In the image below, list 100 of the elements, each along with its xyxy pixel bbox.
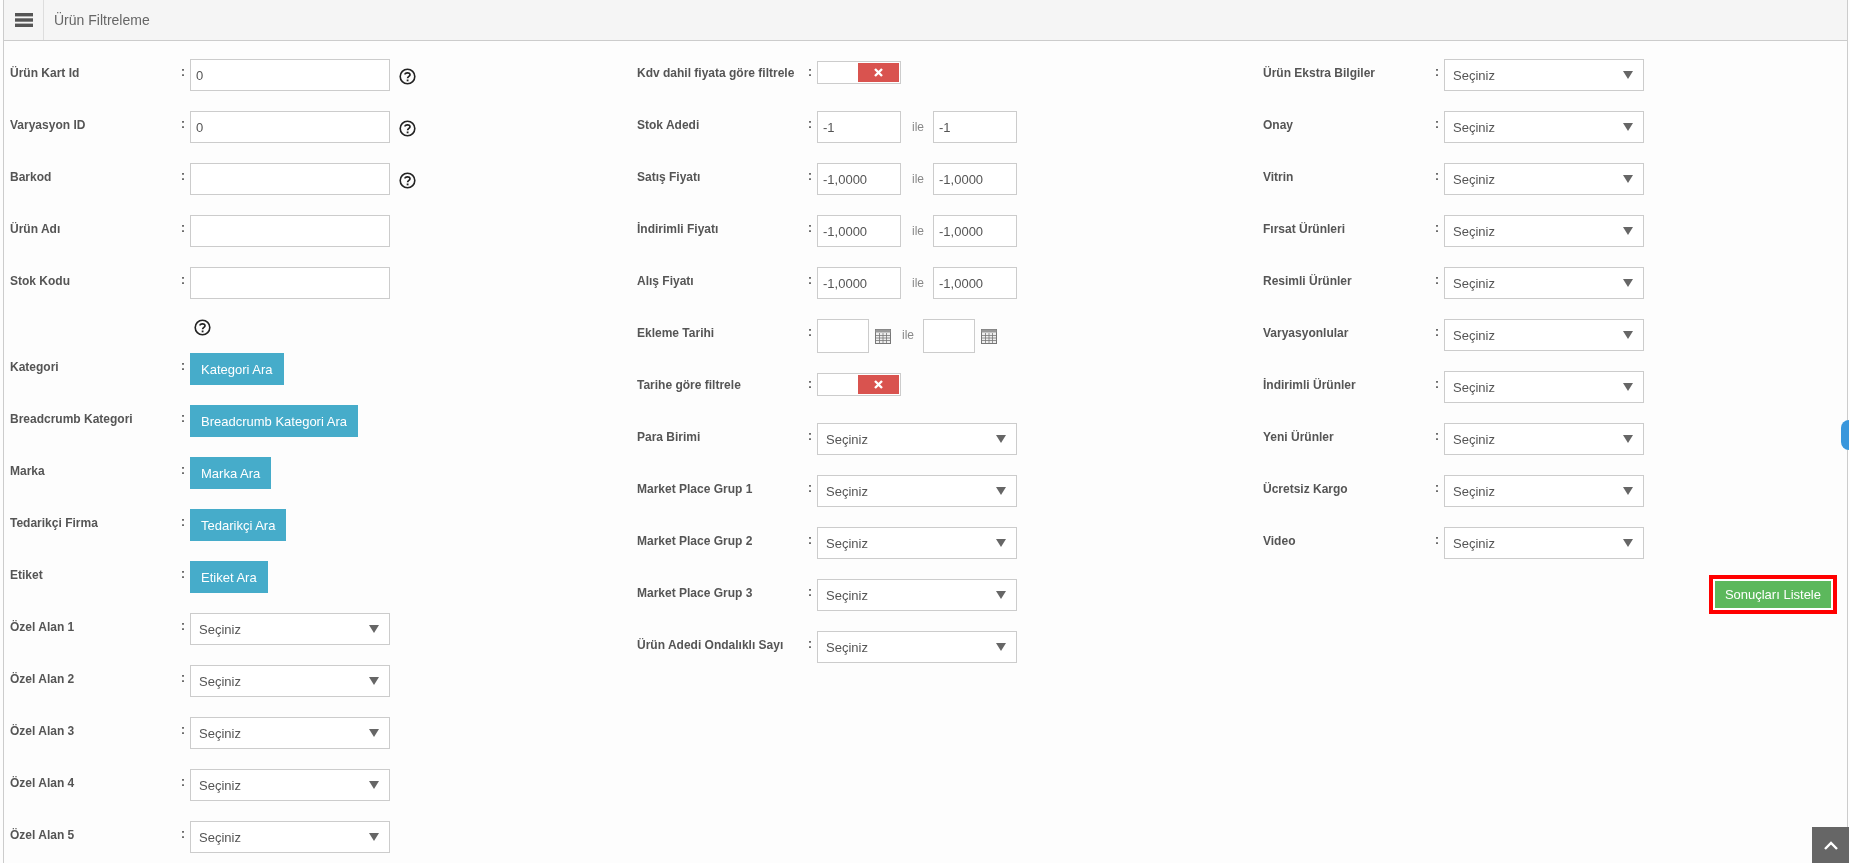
dropdown[interactable]: Seçiniz [190, 665, 390, 697]
min-input-field[interactable]: -1 [817, 111, 901, 143]
dropdown[interactable]: Seçiniz [1444, 267, 1644, 299]
max-input-field[interactable]: -1,0000 [933, 267, 1017, 299]
colon: : [808, 584, 813, 599]
caret-icon [1623, 435, 1633, 443]
max-input-field[interactable]: -1,0000 [933, 163, 1017, 195]
colon: : [808, 116, 813, 131]
colon: : [181, 116, 186, 131]
toggle-switch[interactable] [817, 61, 901, 84]
dropdown[interactable]: Seçiniz [817, 579, 1017, 611]
colon: : [181, 566, 186, 581]
colon: : [181, 410, 186, 425]
colon: : [808, 64, 813, 79]
caret-icon [1623, 279, 1633, 287]
field-label: Fırsat Ürünleri [1263, 221, 1347, 236]
caret-icon [369, 625, 379, 633]
colon: : [1435, 64, 1440, 79]
colon: : [808, 636, 813, 651]
end-date-field[interactable] [923, 319, 975, 353]
colon: : [1435, 532, 1440, 547]
field-label: Market Place Grup 2 [637, 533, 754, 548]
dropdown[interactable]: Seçiniz [1444, 319, 1644, 351]
caret-icon [1623, 331, 1633, 339]
colon: : [181, 272, 186, 287]
dropdown[interactable]: Seçiniz [190, 613, 390, 645]
field-label: Özel Alan 2 [10, 671, 76, 686]
field-label: Video [1263, 533, 1297, 548]
field-label: Özel Alan 4 [10, 775, 76, 790]
caret-icon [369, 833, 379, 841]
field-label: Kdv dahil fiyata göre filtrele [637, 65, 796, 80]
field-label: İndirimli Ürünler [1263, 377, 1357, 392]
dropdown[interactable]: Seçiniz [1444, 111, 1644, 143]
max-input-field[interactable]: -1,0000 [933, 215, 1017, 247]
max-input-field[interactable]: -1 [933, 111, 1017, 143]
close-icon [874, 68, 883, 77]
help-icon[interactable] [194, 319, 211, 336]
caret-icon [1623, 71, 1633, 79]
min-input-field[interactable]: -1,0000 [817, 215, 901, 247]
dropdown[interactable]: Seçiniz [1444, 163, 1644, 195]
help-icon[interactable] [399, 172, 416, 189]
colon: : [1435, 168, 1440, 183]
colon: : [181, 774, 186, 789]
close-icon [874, 380, 883, 389]
field-label: Ürün Adı [10, 221, 62, 236]
calendar-icon[interactable] [875, 329, 891, 344]
field-label: Para Birimi [637, 429, 702, 444]
dropdown[interactable]: Seçiniz [817, 475, 1017, 507]
field-label: Kategori [10, 359, 60, 374]
colon: : [1435, 428, 1440, 443]
range-separator: ile [911, 119, 925, 134]
dropdown[interactable]: Seçiniz [190, 717, 390, 749]
caret-icon [996, 591, 1006, 599]
dropdown[interactable]: Seçiniz [817, 527, 1017, 559]
colon: : [181, 826, 186, 841]
colon: : [181, 462, 186, 477]
input-field[interactable] [190, 267, 390, 299]
range-separator: ile [911, 223, 925, 238]
input-field[interactable]: 0 [190, 111, 390, 143]
dropdown[interactable]: Seçiniz [817, 631, 1017, 663]
dropdown[interactable]: Seçiniz [1444, 527, 1644, 559]
dropdown[interactable]: Seçiniz [190, 821, 390, 853]
range-separator: ile [911, 171, 925, 186]
min-input-field[interactable]: -1,0000 [817, 267, 901, 299]
panel-title: Ürün Filtreleme [53, 12, 150, 28]
dropdown[interactable]: Seçiniz [1444, 475, 1644, 507]
dropdown[interactable]: Seçiniz [190, 769, 390, 801]
colon: : [1435, 220, 1440, 235]
field-label: Stok Adedi [637, 117, 701, 132]
input-field[interactable]: 0 [190, 59, 390, 91]
caret-icon [1623, 175, 1633, 183]
dropdown[interactable]: Seçiniz [1444, 423, 1644, 455]
help-icon[interactable] [399, 120, 416, 137]
side-tab-handle[interactable] [1841, 420, 1849, 450]
input-field[interactable] [190, 215, 390, 247]
dropdown[interactable]: Seçiniz [1444, 215, 1644, 247]
colon: : [808, 272, 813, 287]
input-field[interactable] [190, 163, 390, 195]
toggle-switch[interactable] [817, 373, 901, 396]
min-input-field[interactable]: -1,0000 [817, 163, 901, 195]
start-date-field[interactable] [817, 319, 869, 353]
caret-icon [369, 781, 379, 789]
field-label: Ürün Ekstra Bilgiler [1263, 65, 1377, 80]
colon: : [808, 168, 813, 183]
help-icon[interactable] [399, 68, 416, 85]
calendar-icon[interactable] [981, 329, 997, 344]
dropdown[interactable]: Seçiniz [1444, 59, 1644, 91]
colon: : [1435, 272, 1440, 287]
colon: : [808, 220, 813, 235]
scroll-top-button[interactable] [1812, 827, 1849, 863]
field-label: Özel Alan 1 [10, 619, 76, 634]
field-label: Özel Alan 3 [10, 723, 76, 738]
menu-icon [14, 13, 33, 27]
caret-icon [996, 487, 1006, 495]
dropdown[interactable]: Seçiniz [1444, 371, 1644, 403]
caret-icon [996, 435, 1006, 443]
field-label: Tarihe göre filtrele [637, 377, 742, 392]
dropdown[interactable]: Seçiniz [817, 423, 1017, 455]
field-label: Varyasyon ID [10, 117, 87, 132]
field-label: Market Place Grup 3 [637, 585, 754, 600]
